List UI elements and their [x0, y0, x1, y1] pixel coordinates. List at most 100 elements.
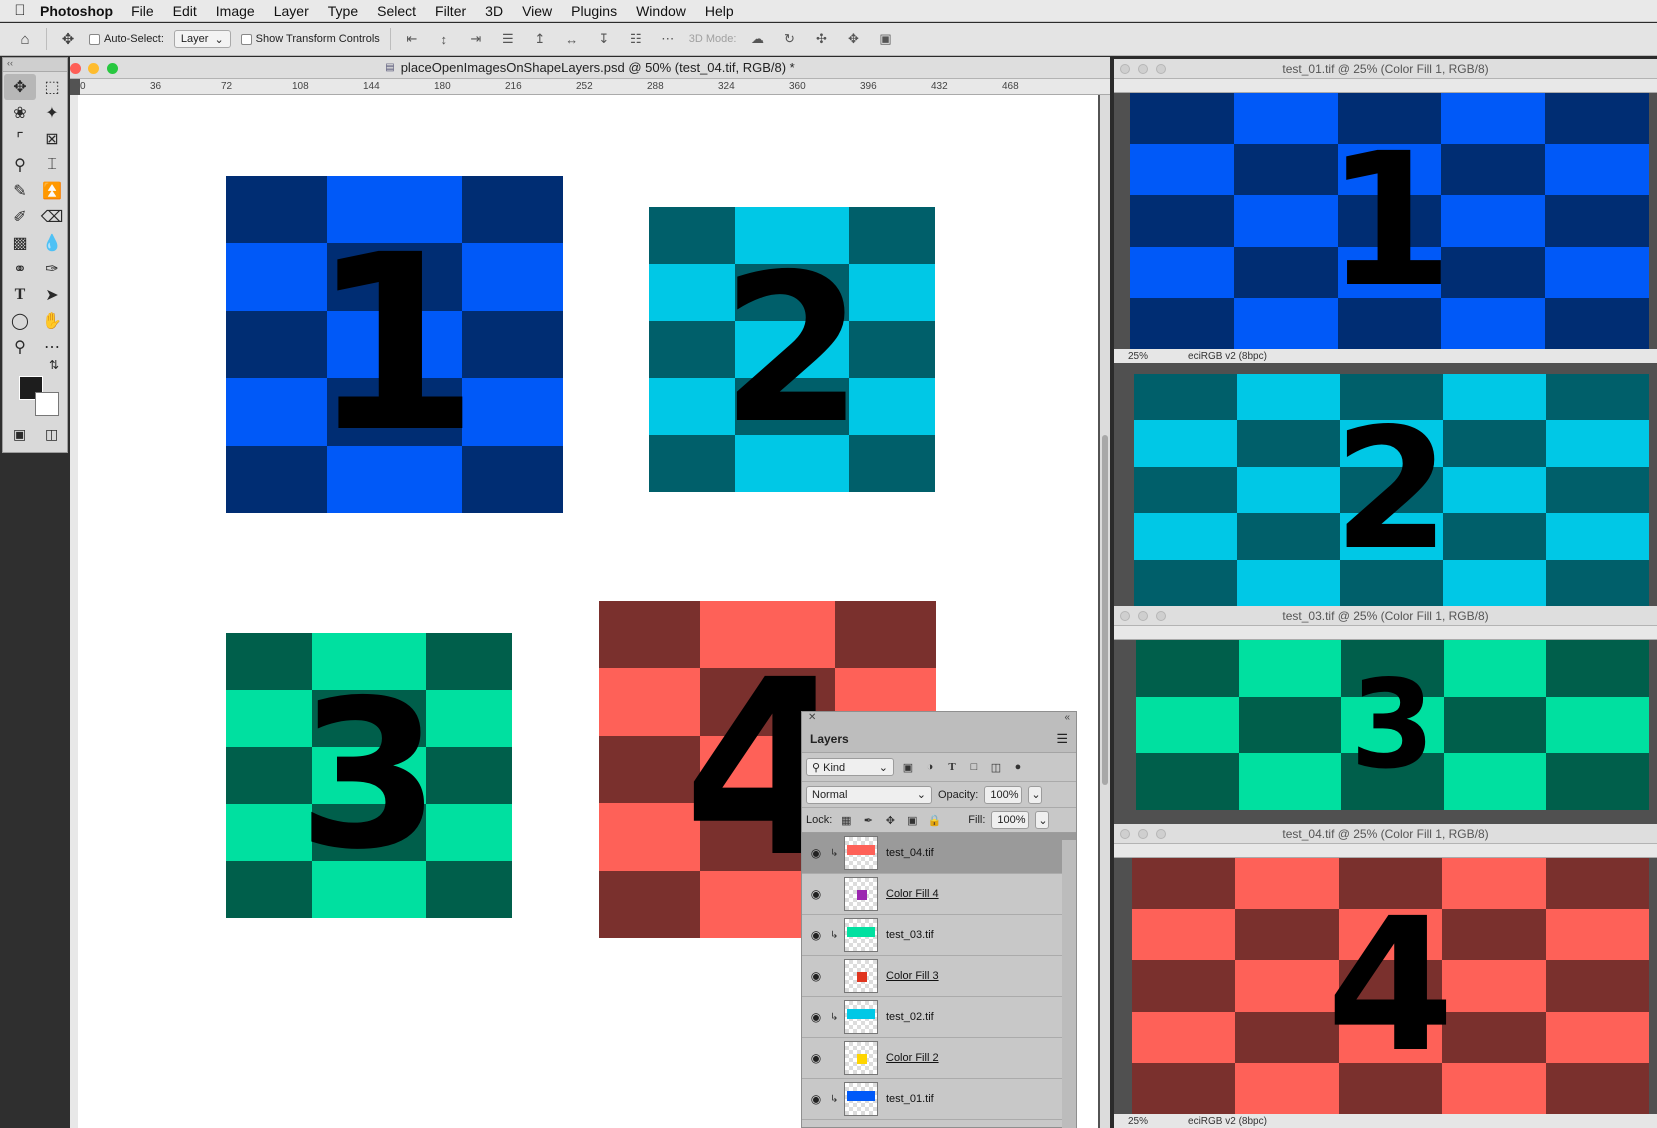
- toolbox-collapse-icon[interactable]: ‹‹: [3, 58, 67, 72]
- image-test-02[interactable]: 2: [1134, 374, 1649, 606]
- more-tools-icon[interactable]: ⋯: [36, 334, 68, 360]
- menu-select[interactable]: Select: [377, 3, 416, 19]
- move-tool-icon[interactable]: ✥: [57, 28, 79, 50]
- filter-kind-dropdown[interactable]: ⚲ Kind ⌄: [806, 758, 894, 776]
- layer-name[interactable]: Color Fill 3: [886, 970, 939, 982]
- menu-view[interactable]: View: [522, 3, 552, 19]
- hand-tool-icon[interactable]: ✋: [36, 308, 68, 334]
- lock-image-icon[interactable]: ✒: [860, 812, 876, 828]
- visibility-eye-icon[interactable]: ◉: [802, 1010, 830, 1024]
- layer-name[interactable]: test_04.tif: [886, 847, 934, 859]
- magic-wand-tool-icon[interactable]: ✦: [36, 100, 68, 126]
- filter-adjustment-icon[interactable]: ◑: [922, 759, 938, 775]
- layer-name[interactable]: test_01.tif: [886, 1093, 934, 1105]
- swap-colors-icon[interactable]: ⇅: [49, 358, 59, 372]
- menu-plugins[interactable]: Plugins: [571, 3, 617, 19]
- filter-toggle-icon[interactable]: ●: [1010, 759, 1026, 775]
- window-test-01[interactable]: test_01.tif @ 25% (Color Fill 1, RGB/8) …: [1114, 59, 1657, 374]
- menu-type[interactable]: Type: [328, 3, 358, 19]
- document-title-bar[interactable]: ▤ placeOpenImagesOnShapeLayers.psd @ 50%…: [70, 57, 1110, 79]
- minimize-window-button[interactable]: [88, 63, 99, 74]
- layer-row[interactable]: ◉ Color Fill 4: [802, 874, 1076, 915]
- zoom-tool-icon[interactable]: ⚲: [4, 334, 36, 360]
- window-title-bar[interactable]: test_04.tif @ 25% (Color Fill 1, RGB/8): [1114, 824, 1657, 844]
- auto-select-checkbox[interactable]: Auto-Select:: [89, 33, 164, 45]
- menu-image[interactable]: Image: [216, 3, 255, 19]
- minimize-window-button[interactable]: [1138, 64, 1148, 74]
- align-center-h-icon[interactable]: ↕: [433, 29, 455, 49]
- visibility-eye-icon[interactable]: ◉: [802, 928, 830, 942]
- menu-app-name[interactable]: Photoshop: [40, 3, 113, 19]
- opacity-dropdown[interactable]: ⌄: [1028, 785, 1043, 804]
- tab-layers[interactable]: Layers: [810, 732, 849, 746]
- zoom-level[interactable]: 25%: [1128, 1116, 1148, 1127]
- close-window-button[interactable]: [1120, 64, 1130, 74]
- zoom-window-button[interactable]: [1156, 611, 1166, 621]
- window-title-bar[interactable]: test_03.tif @ 25% (Color Fill 1, RGB/8): [1114, 606, 1657, 626]
- lock-transparent-icon[interactable]: ▦: [838, 812, 854, 828]
- filter-shape-icon[interactable]: □: [966, 759, 982, 775]
- path-selection-tool-icon[interactable]: ➤: [36, 282, 68, 308]
- eyedropper-tool-icon[interactable]: ⚲: [4, 152, 36, 178]
- auto-select-dropdown[interactable]: Layer ⌄: [173, 30, 231, 48]
- menu-3d[interactable]: 3D: [485, 3, 503, 19]
- layer-row[interactable]: ◉ ↳ test_03.tif: [802, 915, 1076, 956]
- layer-row[interactable]: ◉ ↳ test_02.tif: [802, 997, 1076, 1038]
- layer-thumbnail[interactable]: [844, 959, 878, 993]
- healing-brush-tool-icon[interactable]: ⌶: [36, 152, 68, 178]
- vertical-scrollbar[interactable]: [1100, 95, 1110, 1128]
- layer-thumbnail[interactable]: [844, 877, 878, 911]
- visibility-eye-icon[interactable]: ◉: [802, 1092, 830, 1106]
- panel-menu-icon[interactable]: ☰: [1056, 731, 1068, 747]
- menu-filter[interactable]: Filter: [435, 3, 466, 19]
- lock-all-icon[interactable]: 🔒: [926, 812, 942, 828]
- home-icon[interactable]: ⌂: [14, 28, 36, 50]
- layer-thumbnail[interactable]: [844, 1041, 878, 1075]
- layer-thumbnail[interactable]: [844, 836, 878, 870]
- type-tool-icon[interactable]: T: [4, 282, 36, 308]
- crop-tool-icon[interactable]: ⌜: [4, 126, 36, 152]
- layer-thumbnail[interactable]: [844, 1082, 878, 1116]
- menu-layer[interactable]: Layer: [274, 3, 309, 19]
- ellipse-tool-icon[interactable]: ◯: [4, 308, 36, 334]
- scroll-thumb[interactable]: [1102, 435, 1108, 785]
- image-test-04[interactable]: 4: [1132, 858, 1649, 1114]
- align-bottom-icon[interactable]: ↧: [593, 29, 615, 49]
- layer-row[interactable]: ◉ ↳ test_01.tif: [802, 1079, 1076, 1120]
- filter-type-icon[interactable]: T: [944, 759, 960, 775]
- artboard-3[interactable]: 3: [226, 633, 512, 918]
- zoom-window-button[interactable]: [1156, 64, 1166, 74]
- layer-thumbnail[interactable]: [844, 1000, 878, 1034]
- eraser-tool-icon[interactable]: ⌫: [36, 204, 68, 230]
- lock-position-icon[interactable]: ✥: [882, 812, 898, 828]
- more-options-icon[interactable]: ⋯: [657, 29, 679, 49]
- fill-dropdown[interactable]: ⌄: [1035, 811, 1050, 829]
- move-tool-icon[interactable]: ✥: [4, 74, 36, 100]
- filter-pixel-icon[interactable]: ▣: [900, 759, 916, 775]
- close-window-button[interactable]: [1120, 611, 1130, 621]
- blur-tool-icon[interactable]: 💧: [36, 230, 68, 256]
- layer-name[interactable]: Color Fill 2: [886, 1052, 939, 1064]
- image-test-03[interactable]: 3: [1136, 640, 1649, 810]
- apple-icon[interactable]: : [0, 2, 40, 19]
- layer-row[interactable]: ◉ ↳ test_04.tif: [802, 833, 1076, 874]
- color-profile[interactable]: eciRGB v2 (8bpc): [1188, 351, 1267, 362]
- blend-mode-dropdown[interactable]: Normal ⌄: [806, 785, 932, 804]
- background-color-swatch[interactable]: [35, 392, 59, 416]
- dodge-tool-icon[interactable]: ⚭: [4, 256, 36, 282]
- frame-tool-icon[interactable]: ⊠: [36, 126, 68, 152]
- visibility-eye-icon[interactable]: ◉: [802, 969, 830, 983]
- visibility-eye-icon[interactable]: ◉: [802, 887, 830, 901]
- screen-mode-icon[interactable]: ◫: [45, 426, 58, 443]
- minimize-window-button[interactable]: [1138, 829, 1148, 839]
- window-test-04[interactable]: test_04.tif @ 25% (Color Fill 1, RGB/8) …: [1114, 824, 1657, 1128]
- visibility-eye-icon[interactable]: ◉: [802, 1051, 830, 1065]
- fill-input[interactable]: 100%: [991, 811, 1030, 829]
- align-left-icon[interactable]: ⇤: [401, 29, 423, 49]
- quick-mask-icon[interactable]: ▣: [13, 426, 26, 443]
- horizontal-ruler[interactable]: 0 36 72 108 144 180 216 252 288 324 360 …: [80, 79, 1110, 95]
- lasso-tool-icon[interactable]: ❀: [4, 100, 36, 126]
- align-right-icon[interactable]: ⇥: [465, 29, 487, 49]
- opacity-input[interactable]: 100%: [984, 785, 1023, 804]
- window-title-bar[interactable]: test_01.tif @ 25% (Color Fill 1, RGB/8): [1114, 59, 1657, 79]
